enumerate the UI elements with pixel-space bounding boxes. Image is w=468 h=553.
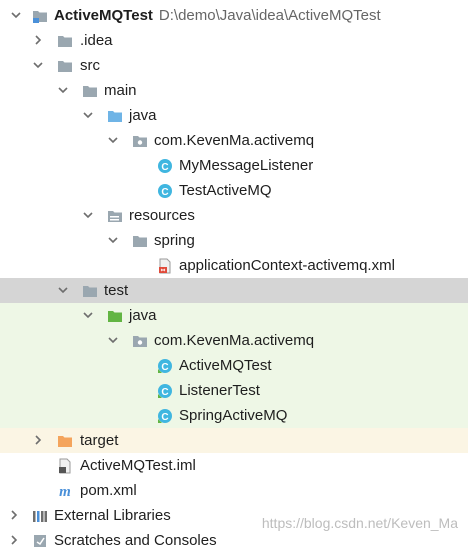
- tree-node-label: .idea: [80, 32, 113, 49]
- tree-node-pom-file[interactable]: pom.xml: [0, 478, 468, 503]
- tree-node-label: test: [104, 282, 129, 299]
- tree-node-test-java[interactable]: java: [0, 303, 468, 328]
- xml-file-icon: [157, 258, 173, 274]
- folder-icon: [82, 283, 98, 299]
- tree-node-label: SpringActiveMQ: [179, 407, 288, 424]
- tree-node-class-activemqtest[interactable]: ActiveMQTest: [0, 353, 468, 378]
- test-class-icon: [157, 383, 173, 399]
- tree-node-label: TestActiveMQ: [179, 182, 272, 199]
- tree-node-label: target: [80, 432, 119, 449]
- tree-node-test[interactable]: test: [0, 278, 468, 303]
- tree-node-label: com.KevenMa.activemq: [154, 332, 315, 349]
- test-class-icon: [157, 408, 173, 424]
- chevron-down-icon[interactable]: [107, 234, 119, 246]
- tree-node-class-listenertest[interactable]: ListenerTest: [0, 378, 468, 403]
- tree-node-label: External Libraries: [54, 507, 171, 524]
- chevron-down-icon[interactable]: [82, 209, 94, 221]
- tree-node-label: applicationContext-activemq.xml: [179, 257, 395, 274]
- chevron-down-icon[interactable]: [10, 9, 22, 21]
- excluded-folder-icon: [57, 433, 73, 449]
- folder-icon: [57, 58, 73, 74]
- tree-node-test-package[interactable]: com.KevenMa.activemq: [0, 328, 468, 353]
- tree-node-scratches[interactable]: Scratches and Consoles: [0, 528, 468, 553]
- tree-node-class-mymessagelistener[interactable]: MyMessageListener: [0, 153, 468, 178]
- tree-node-xml-file[interactable]: applicationContext-activemq.xml: [0, 253, 468, 278]
- test-class-icon: [157, 358, 173, 374]
- tree-node-main[interactable]: main: [0, 78, 468, 103]
- tree-node-label: main: [104, 82, 137, 99]
- tree-node-main-java[interactable]: java: [0, 103, 468, 128]
- tree-node-main-package[interactable]: com.KevenMa.activemq: [0, 128, 468, 153]
- tree-node-label: ActiveMQTest.iml: [80, 457, 196, 474]
- chevron-right-icon[interactable]: [8, 534, 20, 546]
- tree-node-iml-file[interactable]: ActiveMQTest.iml: [0, 453, 468, 478]
- source-folder-icon: [107, 108, 123, 124]
- chevron-down-icon[interactable]: [82, 109, 94, 121]
- chevron-right-icon[interactable]: [8, 509, 20, 521]
- tree-node-label: resources: [129, 207, 195, 224]
- chevron-down-icon[interactable]: [57, 84, 69, 96]
- libraries-icon: [32, 508, 48, 524]
- tree-node-label: pom.xml: [80, 482, 137, 499]
- tree-node-project-root[interactable]: ActiveMQTest D:\demo\Java\idea\ActiveMQTe…: [0, 3, 468, 28]
- tree-node-label: ListenerTest: [179, 382, 260, 399]
- chevron-down-icon[interactable]: [32, 59, 44, 71]
- project-name: ActiveMQTest D:\demo\Java\idea\ActiveMQTe…: [54, 7, 381, 24]
- watermark-text: https://blog.csdn.net/Keven_Ma: [261, 515, 458, 531]
- chevron-down-icon[interactable]: [107, 334, 119, 346]
- tree-node-resources[interactable]: resources: [0, 203, 468, 228]
- maven-icon: [57, 483, 73, 499]
- tree-node-label: ActiveMQTest: [179, 357, 272, 374]
- tree-node-src[interactable]: src: [0, 53, 468, 78]
- folder-icon: [132, 233, 148, 249]
- tree-node-idea[interactable]: .idea: [0, 28, 468, 53]
- tree-node-label: src: [80, 57, 100, 74]
- chevron-down-icon[interactable]: [82, 309, 94, 321]
- project-path: D:\demo\Java\idea\ActiveMQTest: [158, 7, 381, 24]
- tree-node-class-springactivemq[interactable]: SpringActiveMQ: [0, 403, 468, 428]
- module-folder-icon: [32, 8, 48, 24]
- chevron-down-icon[interactable]: [107, 134, 119, 146]
- chevron-down-icon[interactable]: [57, 284, 69, 296]
- test-folder-icon: [107, 308, 123, 324]
- folder-icon: [57, 33, 73, 49]
- tree-node-label: Scratches and Consoles: [54, 532, 217, 549]
- tree-node-label: java: [129, 307, 157, 324]
- tree-node-target[interactable]: target: [0, 428, 468, 453]
- java-class-icon: [157, 158, 173, 174]
- tree-node-spring[interactable]: spring: [0, 228, 468, 253]
- tree-node-label: com.KevenMa.activemq: [154, 132, 315, 149]
- iml-file-icon: [57, 458, 73, 474]
- chevron-right-icon[interactable]: [32, 34, 44, 46]
- resources-folder-icon: [107, 208, 123, 224]
- package-icon: [132, 333, 148, 349]
- tree-node-label: spring: [154, 232, 195, 249]
- tree-node-class-testactivemq[interactable]: TestActiveMQ: [0, 178, 468, 203]
- tree-node-label: java: [129, 107, 157, 124]
- java-class-icon: [157, 183, 173, 199]
- tree-node-label: MyMessageListener: [179, 157, 314, 174]
- package-icon: [132, 133, 148, 149]
- scratches-icon: [32, 533, 48, 549]
- folder-icon: [82, 83, 98, 99]
- chevron-right-icon[interactable]: [32, 434, 44, 446]
